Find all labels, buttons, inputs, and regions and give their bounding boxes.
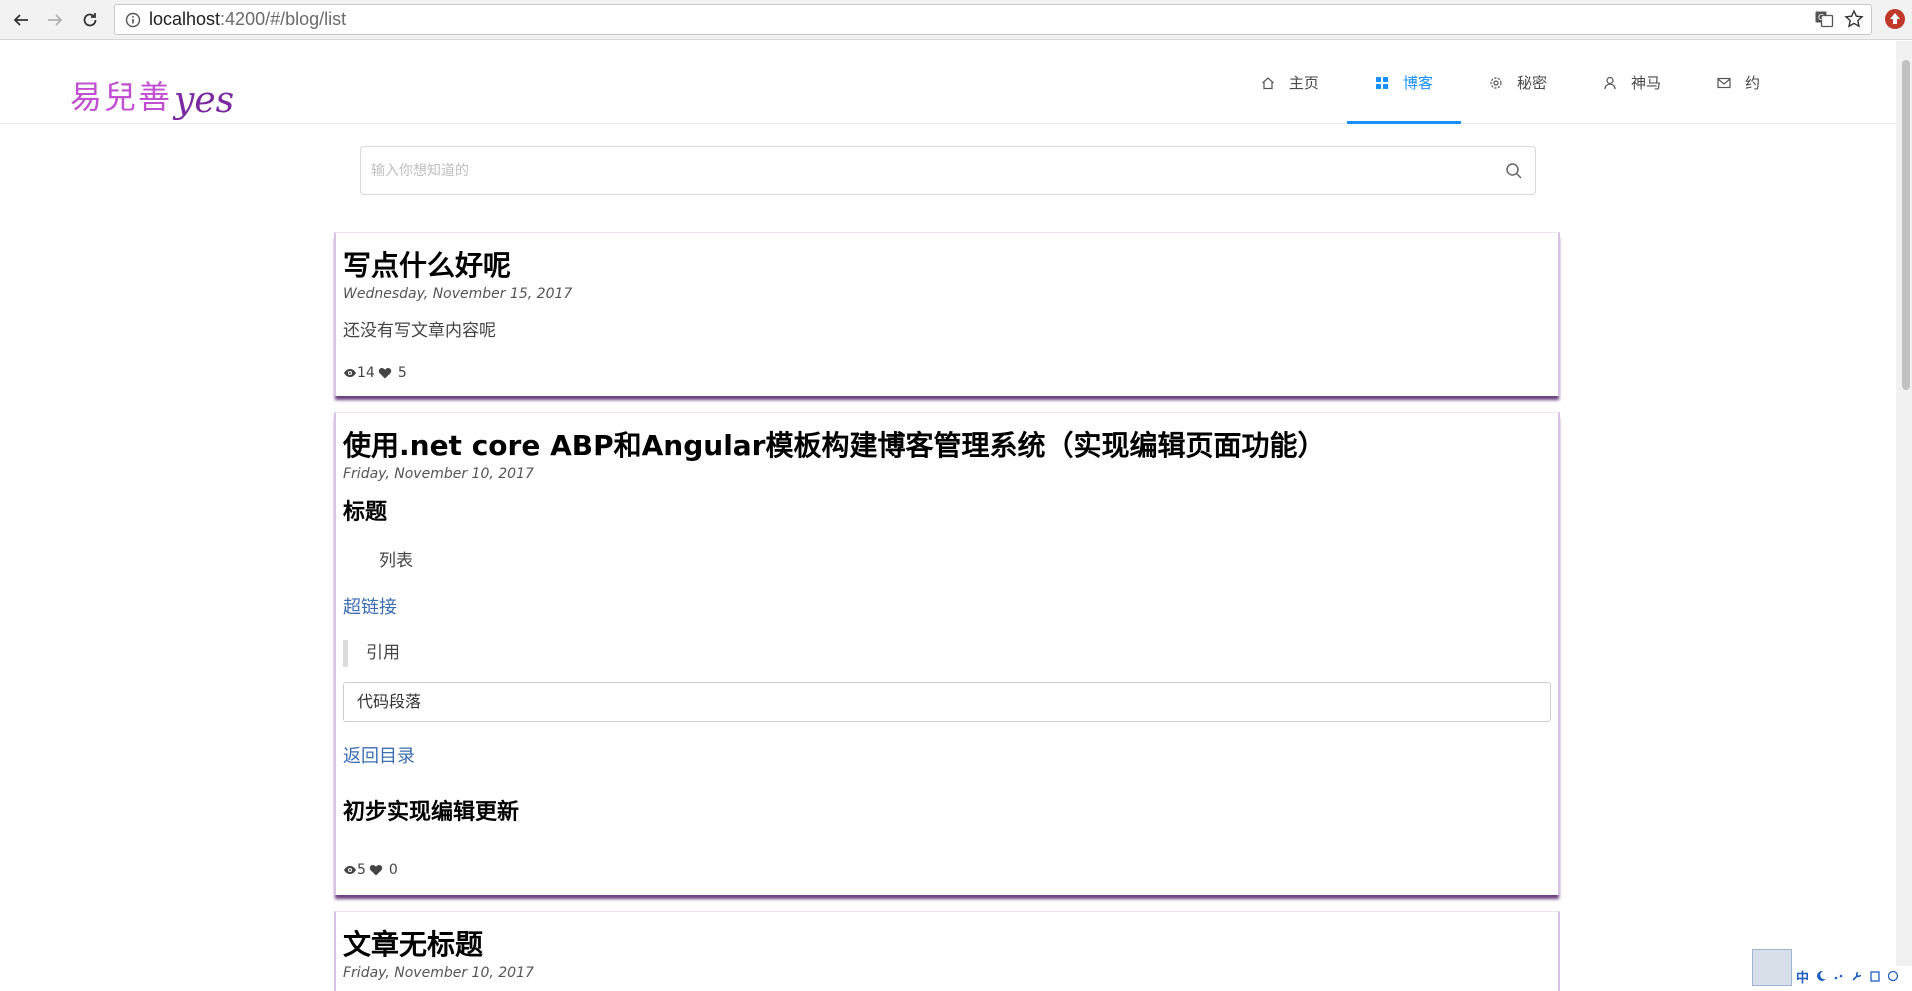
eye-icon [344,369,356,377]
nav-item-secret[interactable]: 秘密 [1461,41,1575,124]
back-to-toc-link[interactable]: 返回目录 [343,742,1551,768]
nav-item-label: 主页 [1288,74,1319,92]
forward-button[interactable] [42,7,68,33]
star-icon[interactable] [1844,9,1864,29]
settings-icon[interactable] [1887,970,1899,982]
logo-english: yes [174,80,235,121]
post-title[interactable]: 写点什么好呢 [343,233,1551,283]
main-nav: 主页 博客 秘密 神马 约 [1233,41,1788,124]
url-host: localhost [149,9,221,29]
heart-icon[interactable] [378,366,392,380]
nav-item-label: 神马 [1630,74,1661,92]
arrow-right-icon [48,14,63,26]
heart-icon[interactable] [369,863,383,877]
info-icon [125,12,141,27]
translate-icon[interactable]: G [1814,9,1834,29]
post-stats: 14 5 [343,365,407,381]
arrow-left-icon [13,14,28,26]
address-bar[interactable]: localhost:4200/#/blog/list [114,4,1872,35]
post-date: Friday, November 10, 2017 [343,465,534,482]
content-subheading: 初步实现编辑更新 [343,799,520,825]
reload-button[interactable] [77,7,103,33]
grid-icon [1375,76,1388,89]
reload-icon [83,13,97,27]
post-title[interactable]: 文章无标题 [343,912,1551,962]
nav-item-contact[interactable]: 约 [1689,41,1788,124]
nav-item-shenma[interactable]: 神马 [1575,41,1689,124]
post-date: Wednesday, November 15, 2017 [343,285,573,302]
content-heading: 标题 [343,499,388,525]
nav-item-label: 博客 [1402,74,1433,92]
blog-post-card[interactable]: 使用.net core ABP和Angular模板构建博客管理系统（实现编辑页面… [334,412,1560,895]
like-count: 0 [388,862,398,878]
gear-icon [1490,76,1502,89]
eye-icon [344,866,356,874]
post-date: Friday, November 10, 2017 [343,964,534,981]
moon-icon[interactable] [1815,970,1827,982]
nav-item-label: 秘密 [1516,74,1547,92]
search-icon[interactable] [1505,162,1523,180]
content-list-item: 列表 [379,550,413,571]
browser-toolbar: localhost:4200/#/blog/list G [0,0,1912,40]
ime-mode-label[interactable]: 中 [1796,967,1809,986]
content-code-block: 代码段落 [343,681,1551,722]
post-title[interactable]: 使用.net core ABP和Angular模板构建博客管理系统（实现编辑页面… [343,413,1551,463]
view-count: 14 [357,365,375,381]
punctuation-icon[interactable] [1833,970,1845,982]
content-blockquote: 引用 [343,639,1551,667]
home-icon [1262,76,1274,89]
post-summary: 还没有写文章内容呢 [343,320,496,341]
view-count: 5 [357,862,366,878]
content-link[interactable]: 超链接 [343,593,1551,619]
site-logo[interactable]: 易兒善 yes [70,61,234,119]
blog-post-card[interactable]: 写点什么好呢 Wednesday, November 15, 2017 还没有写… [334,232,1560,396]
scrollbar-thumb[interactable] [1902,60,1910,390]
search-input[interactable] [361,147,1535,194]
search-box [360,146,1536,195]
svg-text:G: G [1818,13,1824,22]
blog-post-card[interactable]: 文章无标题 Friday, November 10, 2017 [334,911,1560,991]
ime-toolbar[interactable]: 中 [1792,966,1912,986]
clipboard-icon[interactable] [1869,970,1881,982]
url-text: localhost:4200/#/blog/list [149,9,346,30]
user-icon [1604,76,1616,89]
url-path: :4200/#/blog/list [220,9,347,29]
back-button[interactable] [8,7,34,33]
logo-chinese: 易兒善 [70,78,173,116]
nav-item-blog[interactable]: 博客 [1346,41,1461,124]
post-stats: 5 0 [343,862,398,878]
like-count: 5 [397,365,407,381]
nav-item-home[interactable]: 主页 [1233,41,1347,124]
ime-avatar[interactable] [1752,949,1792,986]
wrench-icon[interactable] [1851,970,1863,982]
site-header: 易兒善 yes 主页 博客 秘密 神马 约 [0,41,1912,124]
nav-item-label: 约 [1744,74,1760,92]
extension-icon[interactable] [1884,8,1906,30]
mail-icon [1717,77,1731,88]
